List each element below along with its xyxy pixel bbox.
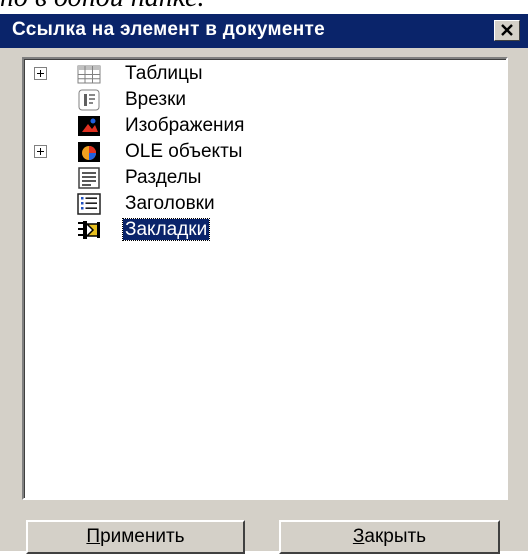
close-button[interactable] — [494, 20, 520, 41]
heading-icon — [77, 193, 101, 215]
tree-item-label: Заголовки — [125, 193, 215, 214]
tree-item-label: Врезки — [125, 89, 187, 110]
tree-item-headings[interactable]: Заголовки — [24, 191, 506, 217]
navigator-dialog: Ссылка на элемент в документе Таблицы Вр… — [0, 14, 528, 554]
tree-item-ole-objects[interactable]: OLE объекты — [24, 139, 506, 165]
ole-object-icon — [78, 142, 100, 162]
expand-icon[interactable] — [34, 67, 47, 80]
tree-item-label: Закладки — [121, 218, 211, 241]
expand-icon[interactable] — [34, 145, 47, 158]
bookmark-icon — [78, 221, 100, 239]
caption-fragment: но в одной панке. — [0, 0, 528, 14]
tree-item-label: Разделы — [125, 167, 202, 188]
tree-item-tables[interactable]: Таблицы — [24, 61, 506, 87]
window-title: Ссылка на элемент в документе — [12, 19, 325, 40]
tree-item-sections[interactable]: Разделы — [24, 165, 506, 191]
close-dialog-button[interactable]: Закрыть — [279, 520, 500, 554]
frame-icon — [78, 89, 100, 111]
table-icon — [77, 65, 101, 84]
title-bar: Ссылка на элемент в документе — [0, 14, 528, 48]
tree-item-images[interactable]: Изображения — [24, 113, 506, 139]
tree-item-bookmarks[interactable]: Закладки — [24, 217, 506, 243]
element-tree[interactable]: Таблицы Врезки Изображения OLE объекты Р… — [22, 57, 508, 500]
tree-item-label: OLE объекты — [125, 141, 243, 162]
section-icon — [78, 167, 100, 189]
tree-item-label: Таблицы — [125, 63, 203, 84]
tree-item-label: Изображения — [125, 115, 245, 136]
image-icon — [78, 116, 100, 136]
apply-button[interactable]: Применить — [26, 520, 245, 554]
tree-item-frames[interactable]: Врезки — [24, 87, 506, 113]
close-icon — [501, 24, 513, 36]
